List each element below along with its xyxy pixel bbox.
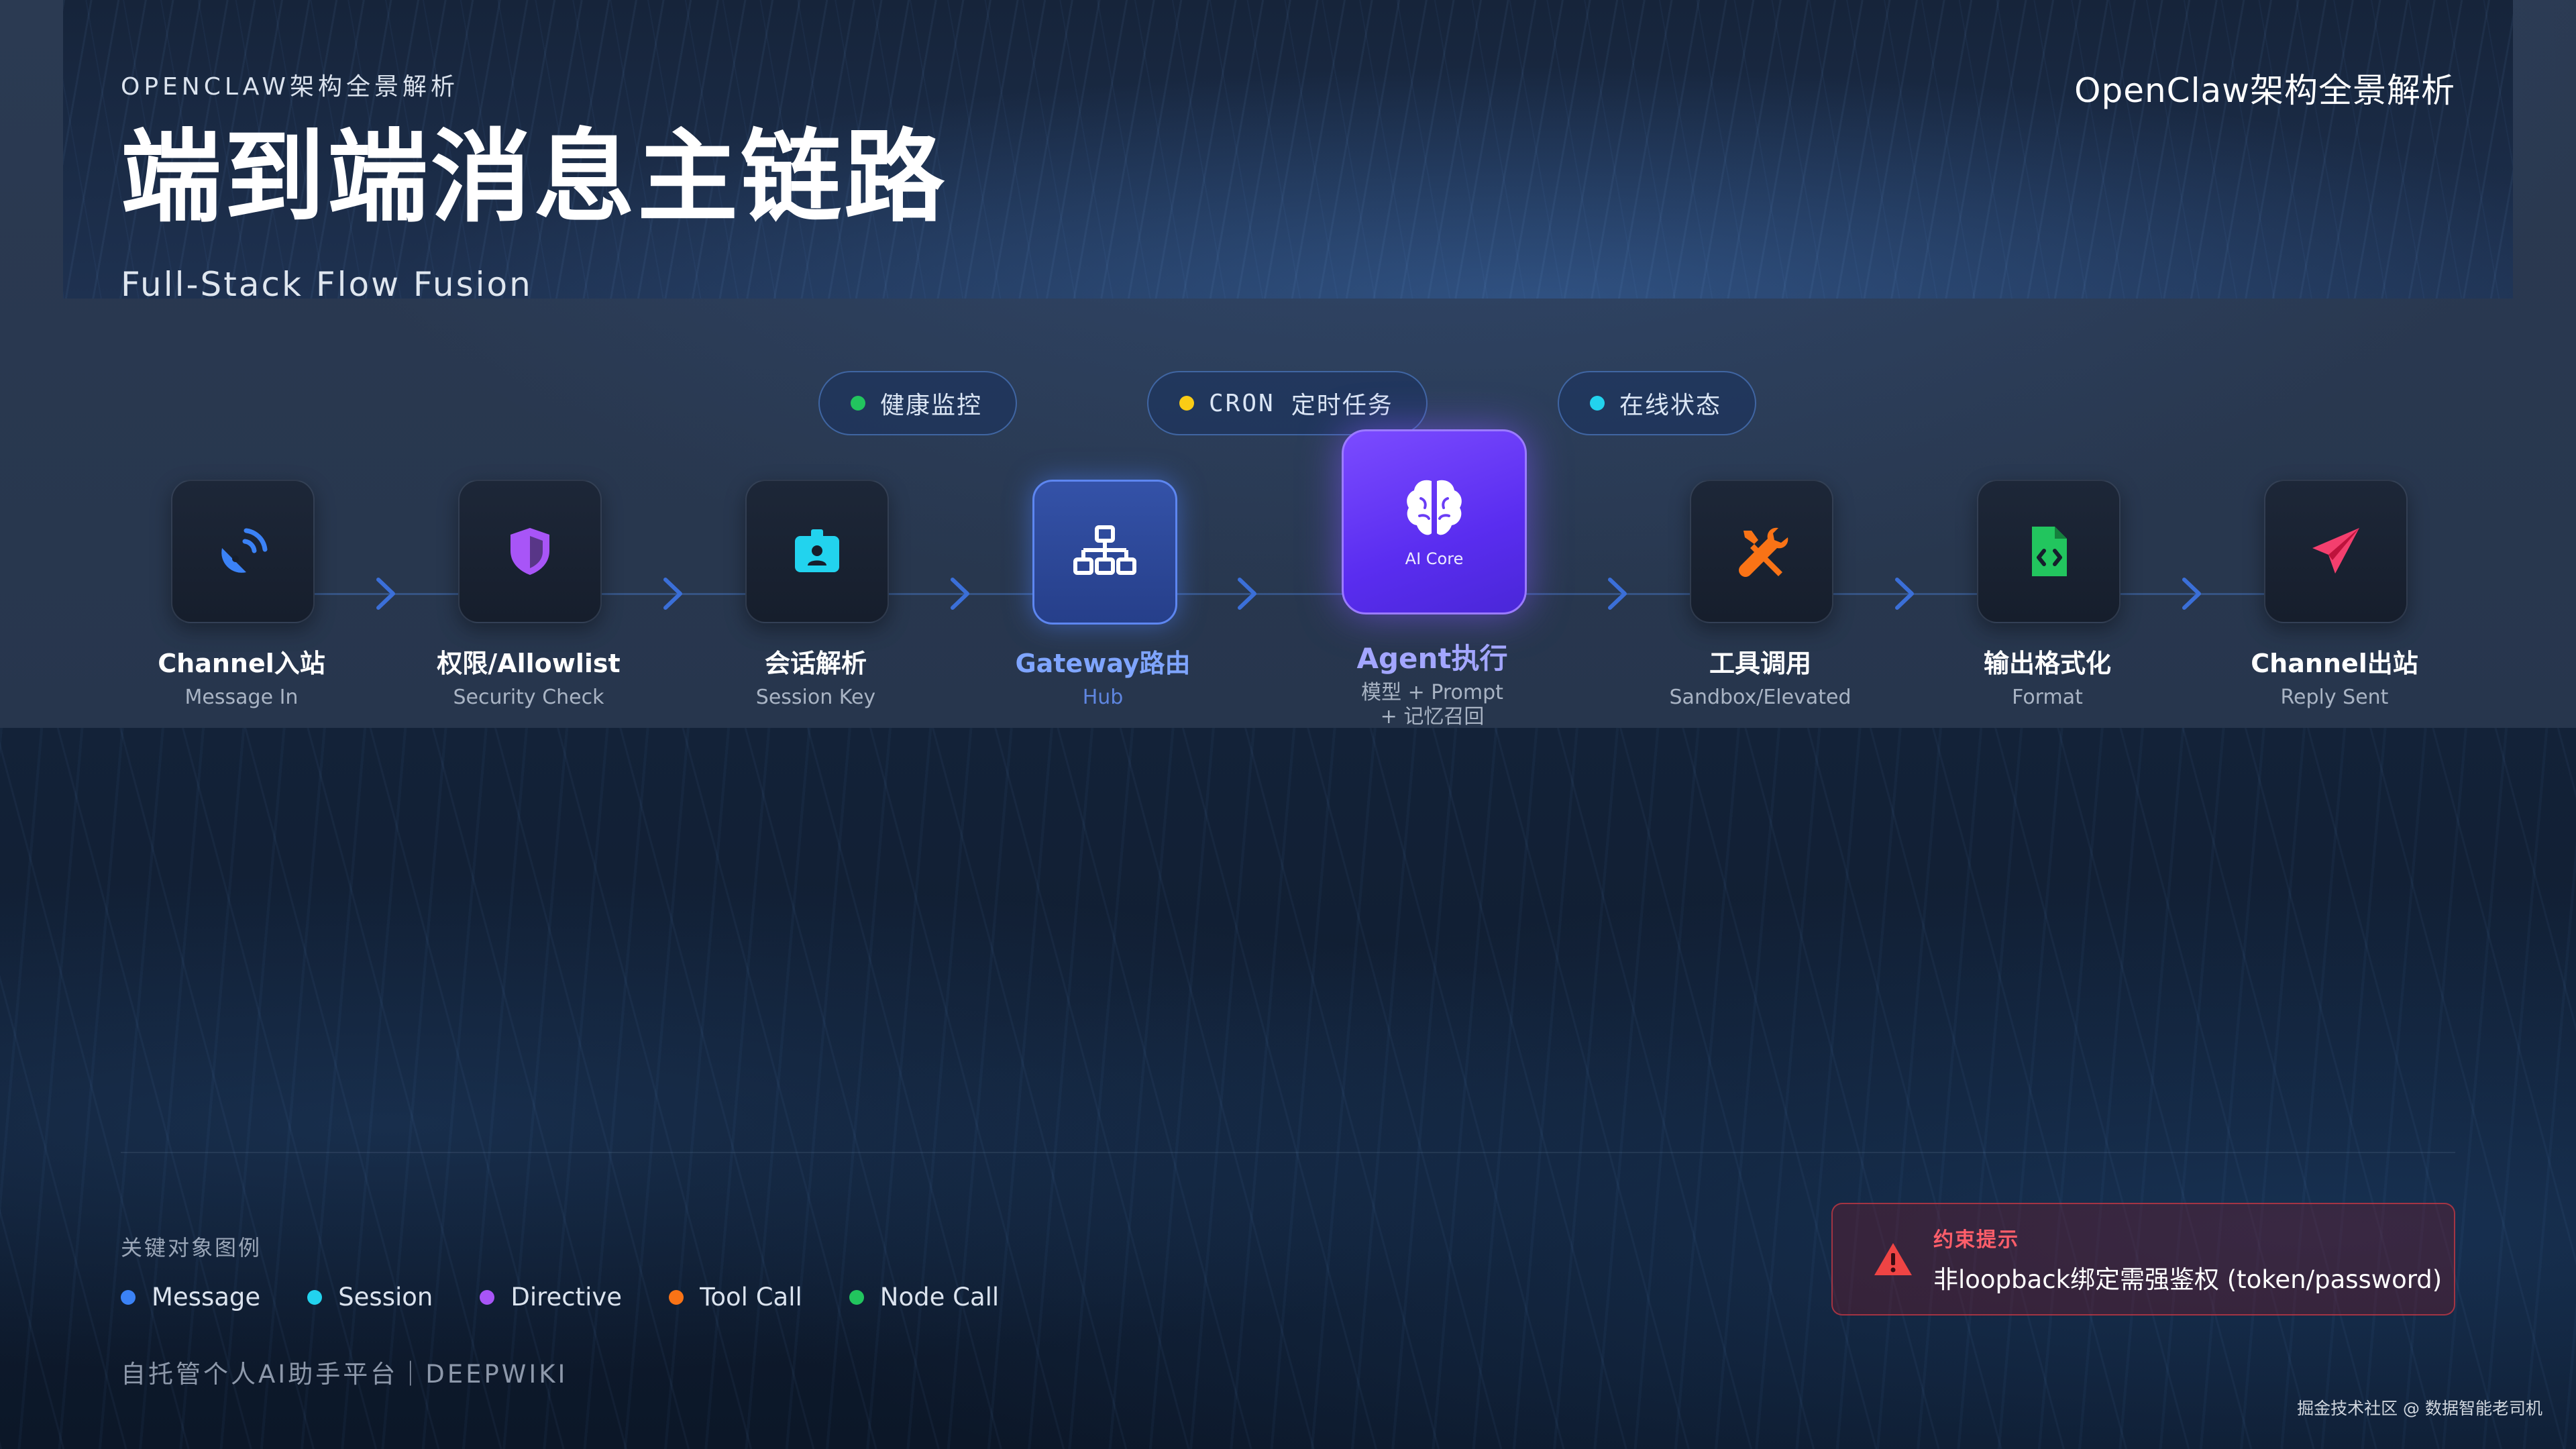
alert-title: 约束提示 xyxy=(1933,1228,2019,1252)
chevron-right-icon xyxy=(1895,578,1914,610)
node-allowlist xyxy=(458,480,602,623)
chevron-right-icon xyxy=(2182,578,2201,610)
brand-title: OpenClaw架构全景解析 xyxy=(2074,71,2455,110)
chevron-right-icon xyxy=(951,578,969,610)
node-title: Gateway路由 xyxy=(1015,649,1191,678)
chevron-right-icon xyxy=(1608,578,1627,610)
node-subtitle: Reply Sent xyxy=(2280,686,2389,709)
node-title: 权限/Allowlist xyxy=(437,649,621,678)
node-subtitle: Session Key xyxy=(755,686,876,709)
legend-item-node-call: Node Call xyxy=(849,1283,999,1311)
node-tool-call xyxy=(1690,480,1833,623)
eyebrow-text: OPENCLAW架构全景解析 xyxy=(121,73,459,101)
legend-dot xyxy=(480,1289,495,1305)
legend: Message Session Directive Tool Call Node… xyxy=(121,1283,1046,1311)
node-format xyxy=(1977,480,2121,623)
legend-dot xyxy=(669,1289,684,1305)
alert-body: 非loopback绑定需强鉴权 (token/password) xyxy=(1933,1265,2443,1294)
brain-icon xyxy=(1407,480,1462,535)
node-agent-core: AI Core xyxy=(1342,429,1527,614)
node-subtitle: Hub xyxy=(1082,686,1124,709)
pill-label: 在线状态 xyxy=(1619,392,1722,419)
legend-dot xyxy=(307,1289,323,1305)
legend-dot xyxy=(849,1289,864,1305)
node-title: Channel入站 xyxy=(158,649,325,678)
status-dot xyxy=(1590,396,1605,411)
node-channel-out xyxy=(2264,480,2408,623)
tools-icon xyxy=(1739,527,1788,577)
legend-item-tool-call: Tool Call xyxy=(669,1283,802,1311)
chevron-right-icon xyxy=(663,578,682,610)
node-title: Channel出站 xyxy=(2251,649,2418,678)
section-divider xyxy=(121,1152,2455,1153)
node-title: 会话解析 xyxy=(764,649,867,678)
bottom-background xyxy=(0,728,2576,1449)
credit-text: 掘金技术社区 @ 数据智能老司机 xyxy=(2297,1399,2542,1418)
network-icon xyxy=(1073,525,1136,575)
page-title: 端到端消息主链路 xyxy=(121,119,948,236)
pill-online-status: 在线状态 xyxy=(1558,371,1756,435)
legend-label: Tool Call xyxy=(700,1283,802,1311)
satellite-dish-icon xyxy=(221,528,268,573)
node-title: Agent执行 xyxy=(1356,642,1508,675)
node-subtitle: Format xyxy=(2012,686,2083,709)
node-title: 工具调用 xyxy=(1709,649,1811,678)
status-dot xyxy=(1179,396,1194,411)
shield-icon xyxy=(511,528,549,575)
footer-text: 自托管个人AI助手平台｜DEEPWIKI xyxy=(121,1360,568,1389)
node-subtitle: Message In xyxy=(184,686,299,709)
node-subtitle: Sandbox/Elevated xyxy=(1669,686,1851,709)
pill-prefix: CRON xyxy=(1209,389,1275,417)
pill-label: 健康监控 xyxy=(880,392,983,419)
chevron-right-icon xyxy=(376,578,395,610)
pill-cron-task: CRON 定时任务 xyxy=(1147,371,1428,435)
legend-item-directive: Directive xyxy=(480,1283,622,1311)
legend-dot xyxy=(121,1289,136,1305)
legend-label: Directive xyxy=(511,1283,623,1311)
legend-item-message: Message xyxy=(121,1283,260,1311)
legend-label: Session xyxy=(338,1283,433,1311)
node-title: 输出格式化 xyxy=(1983,649,2111,678)
id-badge-icon xyxy=(795,529,839,572)
node-channel-in xyxy=(171,480,315,623)
pill-label: 定时任务 xyxy=(1291,392,1393,419)
node-subtitle-line1: 模型 + Prompt xyxy=(1361,681,1503,704)
core-label: AI Core xyxy=(1405,549,1464,568)
node-session xyxy=(745,480,889,623)
status-dot xyxy=(851,396,865,411)
node-subtitle-line2: + 记忆召回 xyxy=(1380,705,1485,729)
legend-label: Node Call xyxy=(879,1283,1000,1311)
legend-title: 关键对象图例 xyxy=(121,1235,262,1260)
legend-label: Message xyxy=(152,1283,261,1311)
pill-health-monitor: 健康监控 xyxy=(818,371,1017,435)
legend-item-session: Session xyxy=(307,1283,433,1311)
node-gateway-hub xyxy=(1032,480,1177,625)
code-file-icon xyxy=(2032,527,2067,576)
alert-text: 约束提示 非loopback绑定需强鉴权 (token/password) xyxy=(1933,1223,2442,1295)
paper-plane-icon xyxy=(2312,528,2359,574)
chevron-right-icon xyxy=(1238,578,1256,610)
warning-icon xyxy=(1874,1243,1912,1275)
constraint-alert: 约束提示 非loopback绑定需强鉴权 (token/password) xyxy=(1831,1203,2455,1316)
node-subtitle: 模型 + Prompt + 记忆召回 xyxy=(1291,681,1573,729)
page-subtitle: Full-Stack Flow Fusion xyxy=(121,265,533,304)
node-subtitle: Security Check xyxy=(453,686,604,709)
